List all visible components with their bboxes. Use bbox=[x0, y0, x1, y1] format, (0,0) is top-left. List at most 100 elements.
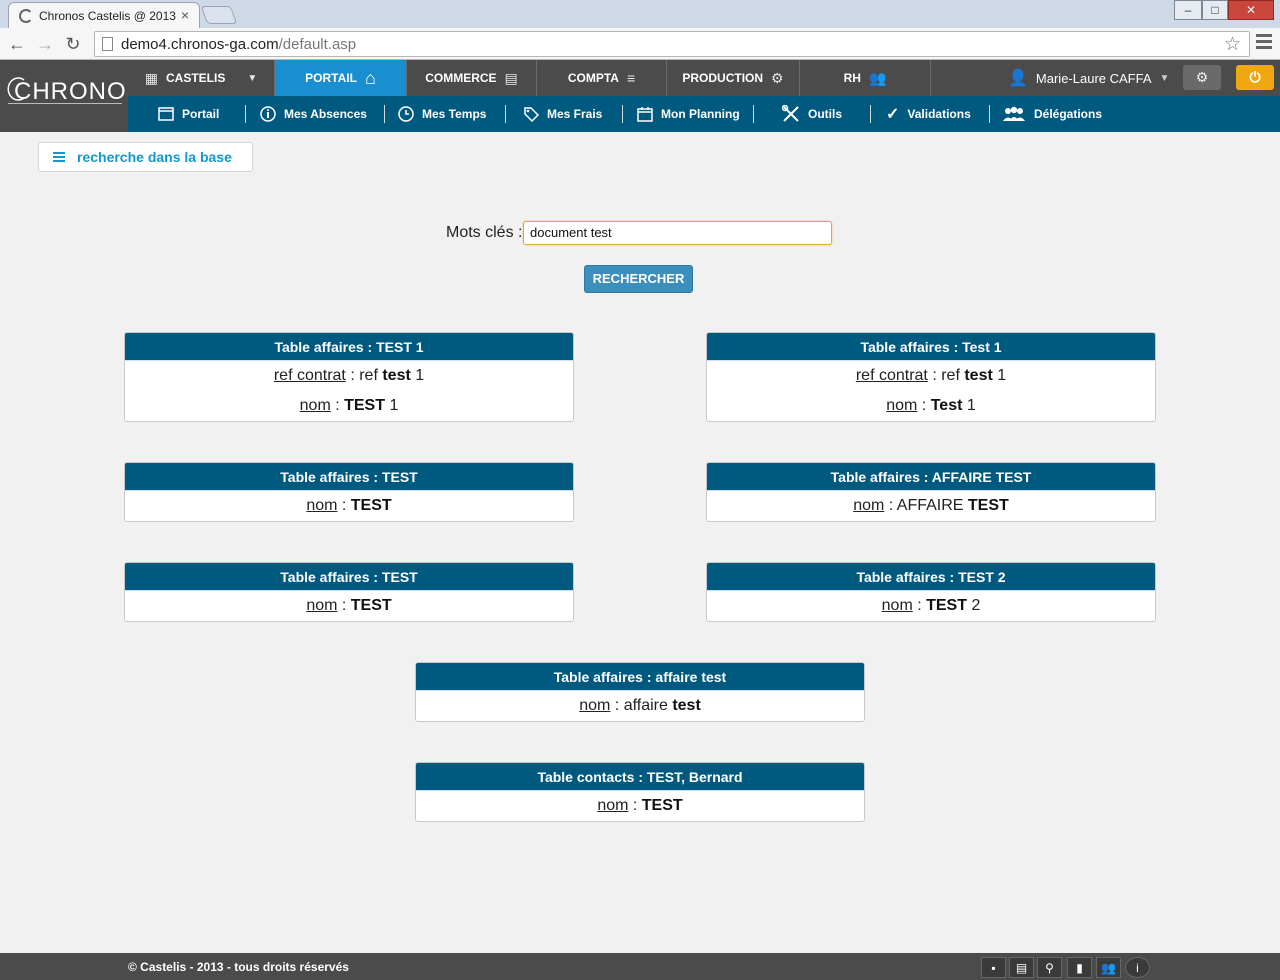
sub-nav: Portail Mes Absences Mes Temps Mes Frais… bbox=[128, 96, 1280, 132]
subnav-mes-absences[interactable]: Mes Absences bbox=[260, 96, 367, 132]
nav-portail[interactable]: PORTAIL ⌂ bbox=[275, 60, 407, 96]
subnav-delegations-label: Délégations bbox=[1034, 107, 1103, 121]
search-tab[interactable]: recherche dans la base bbox=[38, 142, 253, 172]
save-icon[interactable]: ▪ bbox=[981, 957, 1006, 978]
result-field-link[interactable]: nom bbox=[306, 497, 337, 514]
tab-close-icon[interactable]: × bbox=[181, 7, 189, 23]
page-icon bbox=[102, 37, 113, 51]
nav-rh[interactable]: RH 👥 bbox=[800, 60, 931, 96]
result-separator: : bbox=[628, 797, 642, 814]
browser-tabstrip: Chronos Castelis @ 2013 × – □ ✕ bbox=[0, 0, 1280, 28]
subnav-mes-frais[interactable]: Mes Frais bbox=[523, 96, 602, 132]
result-row: ref contrat : ref test 1 bbox=[707, 361, 1155, 391]
subnav-portail[interactable]: Portail bbox=[158, 96, 219, 132]
result-row: nom : TEST bbox=[125, 491, 573, 521]
result-field-link[interactable]: nom bbox=[306, 597, 337, 614]
result-separator: : bbox=[927, 367, 942, 384]
result-value-match: TEST bbox=[967, 497, 1009, 514]
result-field-link[interactable]: nom bbox=[886, 397, 917, 414]
nav-production[interactable]: PRODUCTION ⚙ bbox=[667, 60, 800, 96]
logo-area[interactable]: CHRONOS bbox=[0, 60, 143, 132]
result-card-title: Table affaires : affaire test bbox=[416, 663, 864, 691]
gears-icon: ⚙ bbox=[771, 69, 784, 86]
logo-underline bbox=[8, 103, 122, 104]
minimize-button[interactable]: – bbox=[1174, 0, 1202, 20]
address-bar[interactable]: demo4.chronos-ga.com/default.asp ☆ bbox=[94, 31, 1250, 57]
result-field-link[interactable]: nom bbox=[882, 597, 913, 614]
subnav-divider bbox=[753, 105, 754, 123]
power-icon: ⏻ bbox=[1249, 69, 1261, 85]
bookmark-star-icon[interactable]: ☆ bbox=[1224, 33, 1241, 56]
result-card-title: Table affaires : TEST bbox=[125, 563, 573, 591]
logo-text: CHRONOS bbox=[14, 78, 144, 105]
tools-icon bbox=[782, 105, 799, 122]
subnav-delegations[interactable]: Délégations bbox=[1002, 96, 1102, 132]
result-separator: : bbox=[330, 397, 345, 414]
result-field-link[interactable]: nom bbox=[300, 397, 331, 414]
result-value-suffix: 1 bbox=[410, 367, 425, 384]
window-icon bbox=[158, 107, 174, 121]
subnav-divider bbox=[384, 105, 385, 123]
nav-castelis[interactable]: ▦ CASTELIS ▼ bbox=[128, 60, 275, 96]
result-field-link[interactable]: nom bbox=[853, 497, 884, 514]
result-card: Table affaires : TEST nom : TEST bbox=[124, 462, 574, 522]
nav-production-label: PRODUCTION bbox=[682, 71, 764, 85]
home-icon: ⌂ bbox=[364, 67, 376, 88]
result-card-title: Table affaires : TEST bbox=[125, 463, 573, 491]
result-card-title: Table affaires : Test 1 bbox=[707, 333, 1155, 361]
result-value-match: test bbox=[964, 367, 993, 384]
building-icon: ▦ bbox=[144, 69, 158, 86]
subnav-mon-planning[interactable]: Mon Planning bbox=[637, 96, 740, 132]
people-icon: 👥 bbox=[868, 69, 887, 86]
search-icon[interactable]: ⚲ bbox=[1037, 957, 1062, 978]
forward-arrow-icon[interactable]: → bbox=[34, 33, 56, 55]
result-card: Table affaires : affaire test nom : affai… bbox=[415, 662, 865, 722]
subnav-outils-label: Outils bbox=[808, 107, 843, 121]
browser-tab[interactable]: Chronos Castelis @ 2013 × bbox=[8, 2, 200, 28]
result-row: nom : affaire test bbox=[416, 691, 864, 721]
logout-button[interactable]: ⏻ bbox=[1236, 65, 1274, 90]
subnav-validations[interactable]: ✓ Validations bbox=[886, 96, 971, 132]
result-separator: : bbox=[337, 597, 351, 614]
info-icon[interactable]: i bbox=[1125, 957, 1150, 978]
tab-title: Chronos Castelis @ 2013 bbox=[39, 9, 176, 23]
subnav-mes-temps[interactable]: Mes Temps bbox=[398, 96, 486, 132]
subnav-divider bbox=[622, 105, 623, 123]
result-card-title: Table affaires : AFFAIRE TEST bbox=[707, 463, 1155, 491]
result-value-match: Test bbox=[930, 397, 963, 414]
result-value-match: TEST bbox=[350, 497, 392, 514]
result-row: nom : Test 1 bbox=[707, 391, 1155, 421]
users-icon[interactable]: 👥 bbox=[1096, 957, 1121, 978]
keywords-input[interactable]: document test bbox=[523, 221, 832, 245]
result-field-link[interactable]: ref contrat bbox=[856, 367, 928, 384]
result-field-link[interactable]: ref contrat bbox=[274, 367, 346, 384]
result-separator: : bbox=[912, 597, 927, 614]
user-menu[interactable]: 👤 Marie-Laure CAFFA ▼ bbox=[1008, 60, 1169, 96]
address-text: demo4.chronos-ga.com/default.asp bbox=[121, 36, 356, 53]
settings-button[interactable]: ⚙ bbox=[1183, 65, 1221, 90]
result-value-match: TEST bbox=[641, 797, 683, 814]
back-arrow-icon[interactable]: ← bbox=[6, 33, 28, 55]
card-icon[interactable]: ▤ bbox=[1009, 957, 1034, 978]
book-icon[interactable]: ▮ bbox=[1067, 957, 1092, 978]
reload-icon[interactable]: ↻ bbox=[62, 33, 84, 55]
result-field-link[interactable]: nom bbox=[597, 797, 628, 814]
browser-menu-icon[interactable] bbox=[1256, 34, 1272, 52]
subnav-outils[interactable]: Outils bbox=[782, 96, 842, 132]
info-icon bbox=[260, 106, 276, 122]
maximize-button[interactable]: □ bbox=[1202, 0, 1228, 20]
result-row: ref contrat : ref test 1 bbox=[125, 361, 573, 391]
result-value-suffix: 1 bbox=[992, 367, 1007, 384]
new-tab-button[interactable] bbox=[200, 6, 238, 24]
nav-compta[interactable]: COMPTA ≡ bbox=[537, 60, 667, 96]
subnav-divider bbox=[505, 105, 506, 123]
result-card: Table affaires : TEST nom : TEST bbox=[124, 562, 574, 622]
url-host: demo4.chronos-ga.com bbox=[121, 36, 279, 53]
nav-commerce[interactable]: COMMERCE ▤ bbox=[407, 60, 537, 96]
result-field-link[interactable]: nom bbox=[579, 697, 610, 714]
result-row: nom : TEST 1 bbox=[125, 391, 573, 421]
nav-portail-label: PORTAIL bbox=[305, 71, 357, 85]
subnav-mon-planning-label: Mon Planning bbox=[661, 107, 740, 121]
search-button[interactable]: RECHERCHER bbox=[584, 265, 693, 293]
close-window-button[interactable]: ✕ bbox=[1228, 0, 1274, 20]
